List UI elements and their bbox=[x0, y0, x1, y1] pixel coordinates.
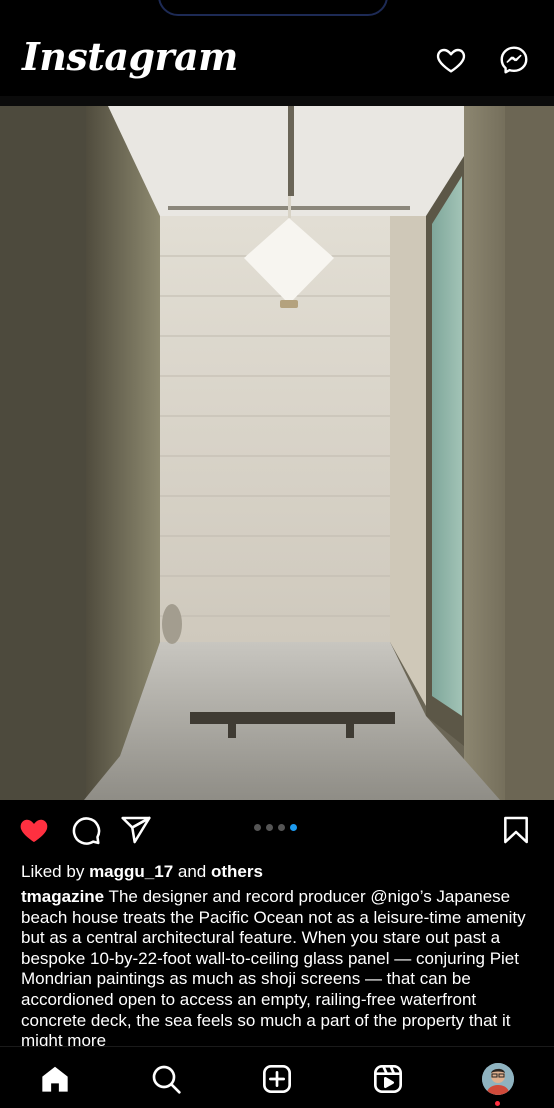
comment-icon[interactable] bbox=[70, 814, 102, 846]
search-icon[interactable] bbox=[150, 1063, 182, 1095]
like-filled-icon[interactable] bbox=[18, 814, 50, 846]
bookmark-icon[interactable] bbox=[500, 814, 532, 846]
likes-prefix: Liked by bbox=[21, 862, 85, 881]
caption-author[interactable]: tmagazine bbox=[21, 887, 104, 906]
app-header: Instagram bbox=[0, 24, 554, 96]
likes-and: and bbox=[177, 862, 207, 881]
carousel-dot bbox=[254, 824, 261, 831]
liked-by-username[interactable]: maggu_17 bbox=[89, 862, 173, 881]
home-icon[interactable] bbox=[39, 1063, 71, 1095]
carousel-dot-active bbox=[290, 824, 297, 831]
profile-notification-dot bbox=[495, 1101, 500, 1106]
reels-icon[interactable] bbox=[372, 1063, 404, 1095]
post-image[interactable] bbox=[0, 106, 554, 800]
notifications-heart-icon[interactable] bbox=[435, 44, 467, 76]
messenger-icon[interactable] bbox=[498, 44, 530, 76]
carousel-dot bbox=[278, 824, 285, 831]
instagram-logo: Instagram bbox=[22, 34, 238, 79]
device-notch bbox=[158, 0, 388, 16]
carousel-indicator bbox=[254, 824, 297, 832]
profile-avatar[interactable] bbox=[482, 1063, 514, 1095]
header-divider bbox=[0, 96, 554, 106]
likes-others-link[interactable]: others bbox=[211, 862, 263, 881]
share-send-icon[interactable] bbox=[120, 814, 152, 846]
post-caption: tmagazine The designer and record produc… bbox=[21, 887, 531, 1047]
carousel-dot bbox=[266, 824, 273, 831]
post-actions bbox=[0, 806, 554, 854]
create-post-icon[interactable] bbox=[261, 1063, 293, 1095]
likes-summary: Liked by maggu_17 and others bbox=[21, 862, 263, 882]
bottom-tab-bar bbox=[0, 1046, 554, 1108]
caption-text: The designer and record producer @nigo’s… bbox=[21, 887, 526, 1047]
